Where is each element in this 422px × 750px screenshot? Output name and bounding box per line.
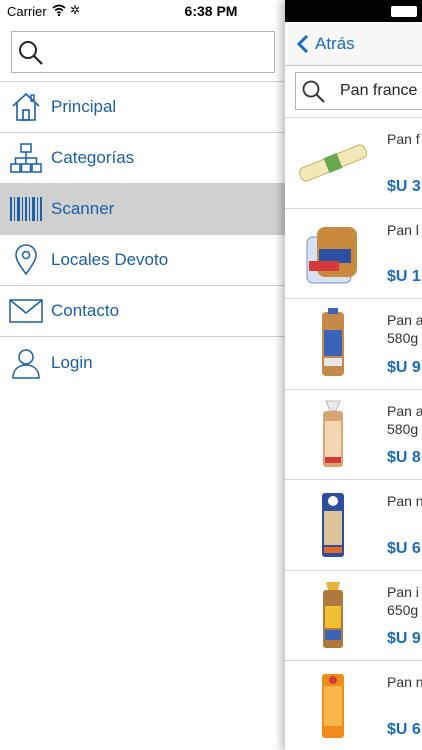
search-icon [19,41,43,65]
barcode-icon [9,197,42,221]
menu-item-label: Login [51,352,93,372]
menu-search-input[interactable] [11,31,275,73]
envelope-icon [8,299,43,323]
location-pin-icon [14,244,37,276]
product-name: Pan n [387,493,422,509]
back-button[interactable]: Atrás [297,34,355,54]
status-bar-dark [285,0,422,22]
search-value: Pan france [340,82,418,99]
product-image [293,577,373,655]
home-icon [11,92,40,121]
product-price: $U 9 [387,358,421,376]
menu-item-label: Principal [51,97,117,116]
menu-item-label: Scanner [51,199,115,218]
battery-icon [391,6,417,17]
menu-item-contacto[interactable]: Contacto [0,286,285,337]
menu-list: Principal Categorías Scanner Locales Dev… [0,81,285,388]
side-menu: Principal Categorías Scanner Locales Dev… [0,22,285,750]
product-list: Pan f $U 3 Pan l $U 1 Pan a 580g $U 9 Pa… [285,117,422,750]
chevron-left-icon [297,34,309,54]
product-image [293,124,373,202]
sitemap-icon [9,143,42,173]
menu-item-label: Locales Devoto [51,250,169,269]
product-price: $U 3 [387,177,421,195]
product-row[interactable]: Pan n $U 6 [285,479,422,570]
menu-item-login[interactable]: Login [0,337,285,388]
product-name: Pan n [387,674,422,690]
product-price: $U 6 [387,720,421,738]
menu-item-categorias[interactable]: Categorías [0,133,285,184]
product-row[interactable]: Pan n $U 6 [285,660,422,750]
product-row[interactable]: Pan f $U 3 [285,117,422,208]
product-name: Pan a 580g [387,402,422,437]
search-icon [302,80,325,103]
product-price: $U 6 [387,539,421,557]
product-search-input[interactable]: Pan france [295,72,422,110]
product-row[interactable]: Pan a 580g $U 8 [285,388,422,480]
menu-item-locales-devoto[interactable]: Locales Devoto [0,235,285,286]
product-name: Pan f [387,131,420,147]
menu-item-principal[interactable]: Principal [0,82,285,133]
product-price: $U 9 [387,630,421,647]
user-icon [11,348,40,379]
product-name: Pan a 580g [387,312,422,346]
product-image [293,486,373,564]
product-price: $U 8 [387,449,421,466]
menu-item-label: Categorías [51,148,135,167]
product-image [293,667,373,745]
product-image [293,215,373,293]
back-label: Atrás [315,34,355,53]
product-image [293,396,373,474]
nav-bar: Atrás [285,22,422,66]
product-price: $U 1 [387,268,421,285]
product-image [293,305,373,383]
main-panel: Atrás Pan france Pan f $U 3 Pan l $U 1 P… [285,0,422,750]
product-name: Pan i 650g [387,583,419,618]
menu-item-label: Contacto [51,301,120,320]
product-name: Pan l [387,221,419,238]
product-row[interactable]: Pan a 580g $U 9 [285,298,422,389]
product-row[interactable]: Pan i 650g $U 9 [285,569,422,661]
menu-item-scanner[interactable]: Scanner [0,184,285,235]
product-row[interactable]: Pan l $U 1 [285,207,422,299]
